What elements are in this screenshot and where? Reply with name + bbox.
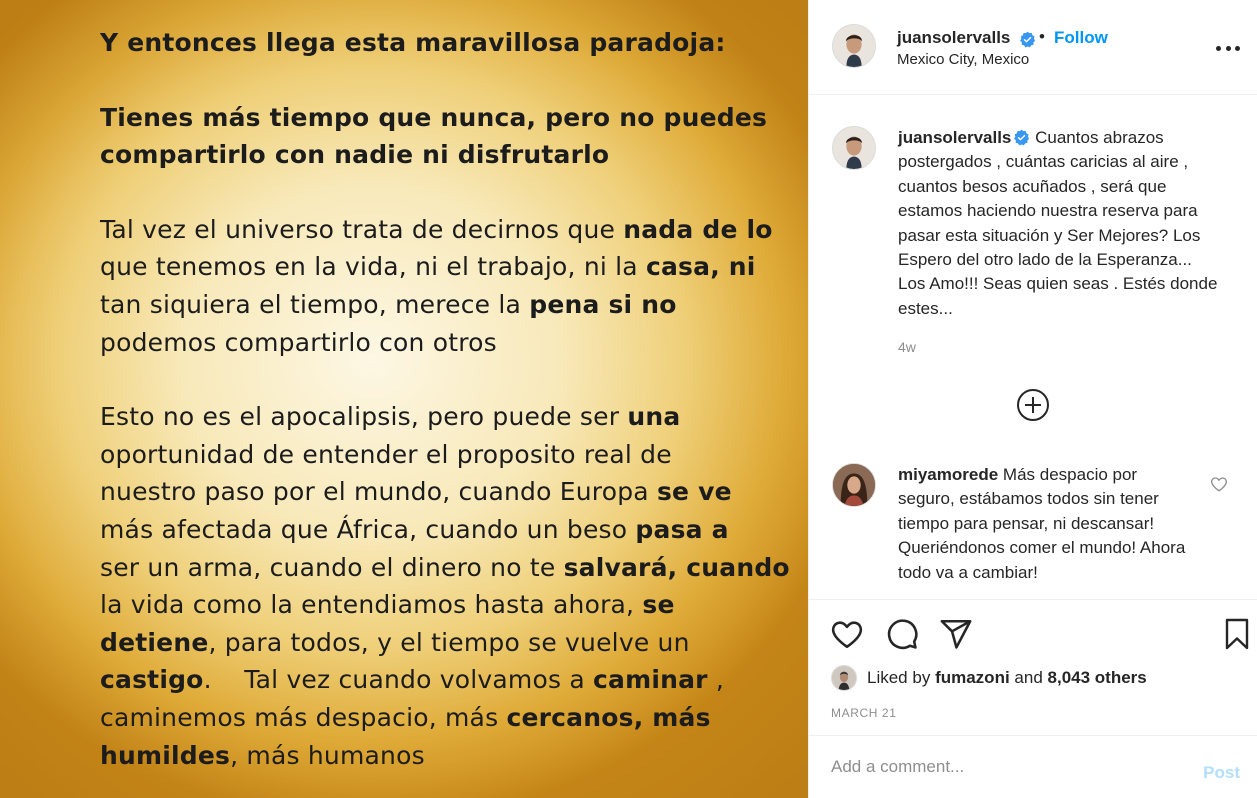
image-text: Y entonces llega esta maravillosa parado… <box>100 24 790 774</box>
author-username[interactable]: juansolervalls <box>897 28 1010 48</box>
image-line: tan siquiera el tiempo, merece la pena s… <box>100 289 677 319</box>
comments-list[interactable]: juansolervalls Cuantos abrazos postergad… <box>809 96 1257 598</box>
likes-summary: Liked by fumazoni and 8,043 others <box>831 664 1147 692</box>
caption-text: Cuantos abrazos postergados , cuántas ca… <box>898 128 1218 318</box>
liker-username[interactable]: fumazoni <box>935 668 1010 688</box>
image-line: ser un arma, cuando el dinero no te salv… <box>100 552 790 582</box>
verified-badge-icon <box>1020 31 1036 48</box>
image-line: oportunidad de entender el proposito rea… <box>100 439 672 469</box>
verified-badge-icon <box>1014 129 1030 146</box>
follow-button[interactable]: Follow <box>1054 28 1108 48</box>
image-line: Y entonces llega esta maravillosa parado… <box>100 28 726 57</box>
post-header: juansolervalls • Follow Mexico City, Mex… <box>809 0 1257 95</box>
image-line: Tienes más tiempo que nunca, pero no pue… <box>100 102 768 132</box>
image-line: nuestro paso por el mundo, cuando Europa… <box>100 477 732 507</box>
post-side-panel: juansolervalls • Follow Mexico City, Mex… <box>808 0 1257 798</box>
post-actions: Liked by fumazoni and 8,043 others MARCH… <box>809 599 1257 735</box>
image-line: que tenemos en la vida, ni el trabajo, n… <box>100 252 756 282</box>
more-options-icon[interactable] <box>1216 38 1240 58</box>
caption-username[interactable]: juansolervalls <box>898 128 1011 147</box>
author-avatar[interactable] <box>832 24 876 68</box>
liker-avatar[interactable] <box>831 665 857 691</box>
heart-icon[interactable] <box>830 617 864 651</box>
caption-body: juansolervalls Cuantos abrazos postergad… <box>898 126 1218 321</box>
likes-and: and <box>1014 668 1043 687</box>
likes-count-link[interactable]: 8,043 others <box>1048 668 1147 688</box>
image-line: Esto no es el apocalipsis, pero puede se… <box>100 402 681 432</box>
image-line: compartirlo con nadie ni disfrutarlo <box>100 140 610 170</box>
load-more-icon[interactable] <box>1016 388 1050 422</box>
post-image[interactable]: Y entonces llega esta maravillosa parado… <box>0 0 808 798</box>
instagram-post: Y entonces llega esta maravillosa parado… <box>0 0 1257 798</box>
comment-like-heart-icon[interactable] <box>1210 475 1228 493</box>
caption-timestamp[interactable]: 4w <box>898 339 916 355</box>
comment-input[interactable] <box>831 754 1181 780</box>
location-link[interactable]: Mexico City, Mexico <box>897 51 1029 68</box>
image-line: caminemos más despacio, más cercanos, má… <box>100 702 711 732</box>
image-line: Tal vez el universo trata de decirnos qu… <box>100 214 773 244</box>
post-comment-button[interactable]: Post <box>1203 763 1240 783</box>
comment-icon[interactable] <box>885 617 919 651</box>
image-line: la vida como la entendiamos hasta ahora,… <box>100 590 675 620</box>
post-date[interactable]: MARCH 21 <box>831 706 896 720</box>
comment-body: miyamorede Más despacio por seguro, está… <box>898 463 1188 585</box>
share-icon[interactable] <box>939 617 973 651</box>
image-line: castigo. Tal vez cuando volvamos a camin… <box>100 665 725 695</box>
separator-dot: • <box>1039 27 1045 46</box>
commenter-avatar[interactable] <box>832 463 876 507</box>
commenter-username[interactable]: miyamorede <box>898 465 998 484</box>
image-line: detiene, para todos, y el tiempo se vuel… <box>100 627 690 657</box>
bookmark-icon[interactable] <box>1221 617 1253 651</box>
author-avatar[interactable] <box>832 126 876 170</box>
image-line: humildes, más humanos <box>100 740 425 770</box>
image-line: más afectada que África, cuando un beso … <box>100 514 729 544</box>
add-comment-bar: Post <box>809 735 1257 798</box>
image-line: podemos compartirlo con otros <box>100 327 497 357</box>
liked-by-label: Liked by <box>867 668 931 687</box>
